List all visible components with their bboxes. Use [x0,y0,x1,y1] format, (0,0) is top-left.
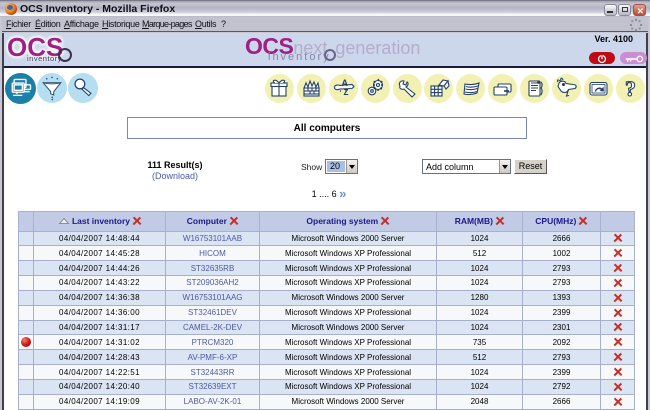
svg-text:A: A [342,78,349,88]
svg-text:Z: Z [344,88,349,97]
